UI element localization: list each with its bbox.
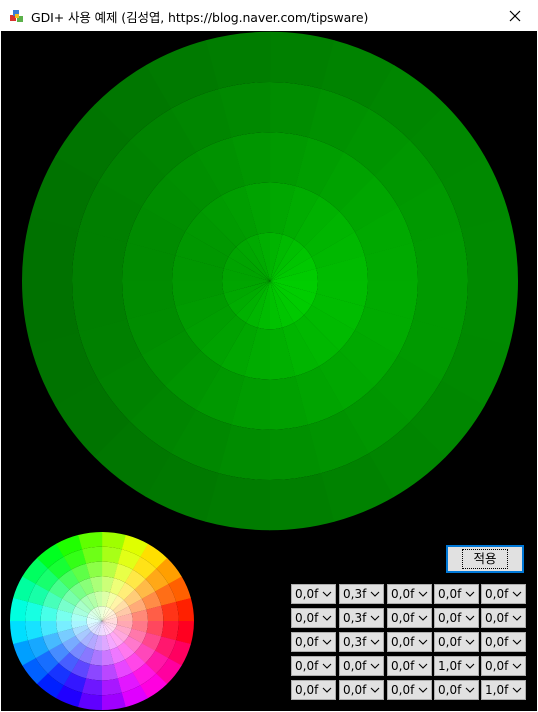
combo-value: 0,0f <box>438 635 462 649</box>
chevron-down-icon <box>465 615 475 621</box>
combo-value: 0,0f <box>438 683 462 697</box>
chevron-down-icon <box>418 687 428 693</box>
combo-value: 0,0f <box>295 635 319 649</box>
matrix-combo-r5-c5[interactable]: 1,0f <box>481 680 526 700</box>
matrix-combo-r1-c5[interactable]: 0,0f <box>481 584 526 604</box>
matrix-combo-r3-c1[interactable]: 0,0f <box>291 632 336 652</box>
hue-segment <box>175 621 194 645</box>
chevron-down-icon <box>370 639 380 645</box>
green-color-wheel <box>22 31 518 531</box>
chevron-down-icon <box>512 639 522 645</box>
chevron-down-icon <box>465 591 475 597</box>
chevron-down-icon <box>465 639 475 645</box>
apply-button[interactable]: 적용 <box>446 545 524 573</box>
chevron-down-icon <box>370 591 380 597</box>
combo-value: 1,0f <box>485 683 509 697</box>
title-bar[interactable]: GDI+ 사용 예제 (김성엽, https://blog.naver.com/… <box>0 0 538 31</box>
app-cubes-icon <box>10 10 23 22</box>
apply-button-label: 적용 <box>462 549 508 569</box>
combo-value: 0,0f <box>343 683 367 697</box>
window-title: GDI+ 사용 예제 (김성엽, https://blog.naver.com/… <box>31 10 369 25</box>
chevron-down-icon <box>512 687 522 693</box>
matrix-combo-r4-c2[interactable]: 0,0f <box>339 656 384 676</box>
combo-value: 1,0f <box>438 659 462 673</box>
hue-segment <box>78 531 103 550</box>
matrix-combo-r1-c2[interactable]: 0,3f <box>339 584 384 604</box>
matrix-combo-r5-c4[interactable]: 0,0f <box>434 680 479 700</box>
matrix-combo-r5-c3[interactable]: 0,0f <box>387 680 432 700</box>
matrix-combo-r5-c2[interactable]: 0,0f <box>339 680 384 700</box>
matrix-combo-r2-c2[interactable]: 0,3f <box>339 608 384 628</box>
hue-segment <box>10 620 28 645</box>
combo-value: 0,0f <box>343 659 367 673</box>
hue-segment <box>101 692 126 711</box>
matrix-combo-r3-c4[interactable]: 0,0f <box>434 632 479 652</box>
combo-value: 0,0f <box>485 635 509 649</box>
combo-value: 0,0f <box>485 611 509 625</box>
matrix-combo-r5-c1[interactable]: 0,0f <box>291 680 336 700</box>
combo-value: 0,0f <box>485 659 509 673</box>
chevron-down-icon <box>418 615 428 621</box>
chevron-down-icon <box>465 663 475 669</box>
combo-value: 0,0f <box>391 683 415 697</box>
matrix-combo-r4-c3[interactable]: 0,0f <box>387 656 432 676</box>
combo-value: 0,3f <box>343 635 367 649</box>
combo-value: 0,3f <box>343 611 367 625</box>
hue-segment <box>176 597 194 622</box>
chevron-down-icon <box>322 687 332 693</box>
chevron-down-icon <box>418 663 428 669</box>
hue-segment <box>102 531 127 550</box>
combo-value: 0,0f <box>438 611 462 625</box>
close-button[interactable] <box>492 0 538 31</box>
matrix-combo-r1-c4[interactable]: 0,0f <box>434 584 479 604</box>
chevron-down-icon <box>512 663 522 669</box>
matrix-combo-r3-c2[interactable]: 0,3f <box>339 632 384 652</box>
combo-value: 0,0f <box>295 587 319 601</box>
chevron-down-icon <box>322 591 332 597</box>
matrix-combo-r4-c5[interactable]: 0,0f <box>481 656 526 676</box>
combo-value: 0,0f <box>391 659 415 673</box>
combo-value: 0,3f <box>343 587 367 601</box>
hue-segment <box>77 692 102 711</box>
chevron-down-icon <box>322 663 332 669</box>
combo-value: 0,0f <box>295 659 319 673</box>
combo-value: 0,0f <box>391 635 415 649</box>
chevron-down-icon <box>418 639 428 645</box>
chevron-down-icon <box>512 591 522 597</box>
matrix-combo-r1-c3[interactable]: 0,0f <box>387 584 432 604</box>
matrix-combo-r3-c5[interactable]: 0,0f <box>481 632 526 652</box>
matrix-combo-r2-c3[interactable]: 0,0f <box>387 608 432 628</box>
chevron-down-icon <box>418 591 428 597</box>
matrix-combo-r4-c1[interactable]: 0,0f <box>291 656 336 676</box>
combo-value: 0,0f <box>295 611 319 625</box>
chevron-down-icon <box>322 615 332 621</box>
chevron-down-icon <box>512 615 522 621</box>
matrix-combo-r3-c3[interactable]: 0,0f <box>387 632 432 652</box>
hue-color-wheel <box>10 531 194 711</box>
close-icon <box>509 10 521 21</box>
matrix-combo-r2-c5[interactable]: 0,0f <box>481 608 526 628</box>
hue-segment <box>10 597 29 621</box>
chevron-down-icon <box>370 687 380 693</box>
matrix-combo-r1-c1[interactable]: 0,0f <box>291 584 336 604</box>
combo-value: 0,0f <box>295 683 319 697</box>
app-window: GDI+ 사용 예제 (김성엽, https://blog.naver.com/… <box>0 0 538 712</box>
combo-value: 0,0f <box>485 587 509 601</box>
matrix-combo-r2-c4[interactable]: 0,0f <box>434 608 479 628</box>
combo-value: 0,0f <box>438 587 462 601</box>
matrix-combo-r2-c1[interactable]: 0,0f <box>291 608 336 628</box>
combo-value: 0,0f <box>391 587 415 601</box>
chevron-down-icon <box>322 639 332 645</box>
drawing-canvas: 적용 0,0f 0,3f 0,0f 0,0f 0,0f 0,0f 0,3f 0,0f 0,0f 0… <box>1 31 537 711</box>
chevron-down-icon <box>465 687 475 693</box>
combo-value: 0,0f <box>391 611 415 625</box>
chevron-down-icon <box>370 663 380 669</box>
chevron-down-icon <box>370 615 380 621</box>
matrix-combo-r4-c4[interactable]: 1,0f <box>434 656 479 676</box>
